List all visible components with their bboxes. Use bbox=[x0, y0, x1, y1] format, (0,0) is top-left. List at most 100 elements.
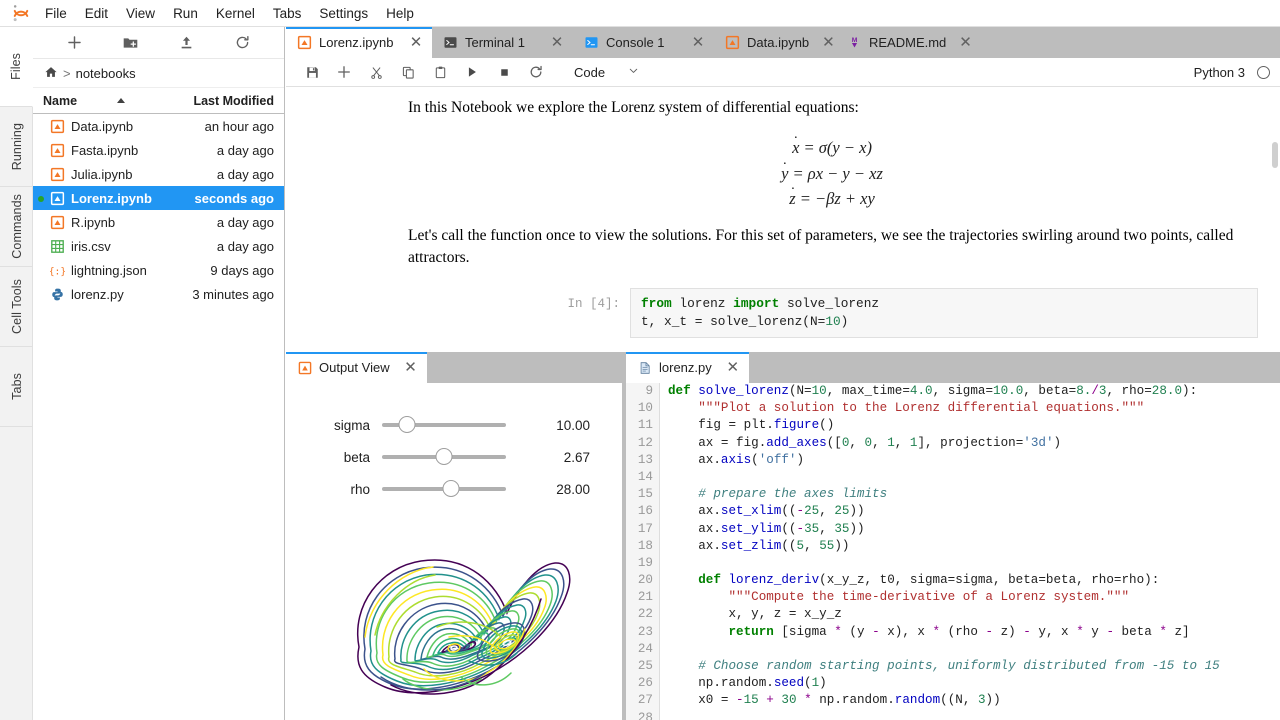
code-lines[interactable]: def solve_lorenz(N=10, max_time=4.0, sig… bbox=[668, 383, 1280, 720]
line-number: 10 bbox=[626, 400, 653, 417]
tab-terminal-1[interactable]: Terminal 1✕ bbox=[432, 27, 573, 58]
column-header-name-label: Name bbox=[43, 94, 77, 108]
file-list-item[interactable]: R.ipynba day ago bbox=[33, 210, 284, 234]
menu-run[interactable]: Run bbox=[164, 0, 207, 27]
cut-cell-button[interactable] bbox=[360, 59, 392, 85]
sidebar-item-files[interactable]: Files bbox=[0, 27, 33, 107]
tab-lorenz-py[interactable]: lorenz.py ✕ bbox=[626, 352, 749, 383]
python-icon bbox=[49, 286, 65, 302]
slider-thumb[interactable] bbox=[398, 416, 415, 433]
line-number: 12 bbox=[626, 435, 653, 452]
notebook-scrollbar[interactable] bbox=[1272, 142, 1278, 168]
slider-label: rho bbox=[286, 482, 382, 497]
home-icon[interactable] bbox=[44, 65, 58, 82]
line-number: 24 bbox=[626, 641, 653, 658]
close-icon[interactable]: ✕ bbox=[403, 360, 419, 375]
tab-readme-md[interactable]: MREADME.md✕ bbox=[836, 27, 964, 58]
menu-tabs[interactable]: Tabs bbox=[264, 0, 311, 27]
file-modified: an hour ago bbox=[164, 119, 284, 134]
sidebar-item-tabs[interactable]: Tabs bbox=[0, 347, 33, 427]
markdown-paragraph-2: Let's call the function once to view the… bbox=[408, 225, 1256, 270]
equation-zdot: z = −βz + xy bbox=[408, 186, 1256, 211]
slider-rho[interactable]: rho28.00 bbox=[286, 473, 622, 505]
close-icon[interactable]: ✕ bbox=[690, 35, 706, 50]
sidebar-item-running[interactable]: Running bbox=[0, 107, 33, 187]
python-code-editor[interactable]: 910111213141516171819202122232425262728 … bbox=[626, 383, 1280, 720]
new-launcher-button[interactable] bbox=[62, 30, 88, 56]
file-list-item[interactable]: {:}lightning.json9 days ago bbox=[33, 258, 284, 282]
line-number: 23 bbox=[626, 624, 653, 641]
notebook-icon bbox=[49, 190, 65, 206]
slider-track[interactable] bbox=[382, 423, 506, 427]
refresh-button[interactable] bbox=[229, 30, 255, 56]
code-line: def solve_lorenz(N=10, max_time=4.0, sig… bbox=[668, 383, 1280, 400]
slider-thumb[interactable] bbox=[443, 480, 460, 497]
interrupt-kernel-button[interactable] bbox=[488, 59, 520, 85]
column-header-modified[interactable]: Last Modified bbox=[168, 94, 284, 108]
slider-thumb[interactable] bbox=[436, 448, 453, 465]
file-list-item[interactable]: Fasta.ipynba day ago bbox=[33, 138, 284, 162]
breadcrumb-path[interactable]: notebooks bbox=[76, 66, 136, 81]
restart-kernel-button[interactable] bbox=[520, 59, 552, 85]
main-dock-area: Lorenz.ipynb✕Terminal 1✕Console 1✕Data.i… bbox=[286, 27, 1280, 720]
menu-view[interactable]: View bbox=[117, 0, 164, 27]
menu-file[interactable]: File bbox=[36, 0, 76, 27]
new-folder-button[interactable] bbox=[118, 30, 144, 56]
spreadsheet-icon bbox=[49, 238, 65, 254]
tab-console-1[interactable]: Console 1✕ bbox=[573, 27, 714, 58]
code-editor[interactable]: from lorenz import solve_lorenzt, x_t = … bbox=[630, 288, 1258, 338]
cell-type-dropdown[interactable]: Code bbox=[574, 64, 640, 80]
kernel-name[interactable]: Python 3 bbox=[1194, 65, 1245, 80]
line-number: 13 bbox=[626, 452, 653, 469]
line-number: 9 bbox=[626, 383, 653, 400]
file-list-item[interactable]: Lorenz.ipynbseconds ago bbox=[33, 186, 284, 210]
close-icon[interactable]: ✕ bbox=[822, 35, 835, 50]
sidebar-item-label: Tabs bbox=[10, 373, 24, 400]
file-name: Lorenz.ipynb bbox=[65, 191, 164, 206]
upload-button[interactable] bbox=[173, 30, 199, 56]
file-list-item[interactable]: Data.ipynban hour ago bbox=[33, 114, 284, 138]
file-name: lightning.json bbox=[65, 263, 164, 278]
run-cell-button[interactable] bbox=[456, 59, 488, 85]
sidebar-item-cell-tools[interactable]: Cell Tools bbox=[0, 267, 33, 347]
slider-beta[interactable]: beta2.67 bbox=[286, 441, 622, 473]
menu-settings[interactable]: Settings bbox=[310, 0, 377, 27]
file-list-item[interactable]: iris.csva day ago bbox=[33, 234, 284, 258]
main-tab-bar: Lorenz.ipynb✕Terminal 1✕Console 1✕Data.i… bbox=[286, 27, 1280, 58]
copy-cell-button[interactable] bbox=[392, 59, 424, 85]
slider-track[interactable] bbox=[382, 487, 506, 491]
close-icon[interactable]: ✕ bbox=[725, 360, 741, 375]
slider-track[interactable] bbox=[382, 455, 506, 459]
menu-edit[interactable]: Edit bbox=[76, 0, 117, 27]
breadcrumb[interactable]: > notebooks bbox=[33, 59, 284, 88]
equation-xdot: x = σ(y − x) bbox=[408, 135, 1256, 160]
notebook-toolbar: Code Python 3 bbox=[286, 58, 1280, 87]
tab-lorenz-ipynb[interactable]: Lorenz.ipynb✕ bbox=[286, 27, 432, 58]
markdown-cell-1[interactable]: In this Notebook we explore the Lorenz s… bbox=[286, 87, 1280, 270]
close-icon[interactable]: ✕ bbox=[408, 35, 424, 50]
line-number: 26 bbox=[626, 675, 653, 692]
kernel-idle-icon[interactable] bbox=[1257, 66, 1270, 79]
file-list-item[interactable]: Julia.ipynba day ago bbox=[33, 162, 284, 186]
code-line bbox=[668, 469, 1280, 486]
tab-output-view[interactable]: Output View ✕ bbox=[286, 352, 427, 383]
column-header-name[interactable]: Name bbox=[33, 94, 168, 108]
line-number: 18 bbox=[626, 538, 653, 555]
sidebar-item-commands[interactable]: Commands bbox=[0, 187, 33, 267]
tab-data-ipynb[interactable]: Data.ipynb✕ bbox=[714, 27, 836, 58]
file-list-item[interactable]: lorenz.py3 minutes ago bbox=[33, 282, 284, 306]
menu-kernel[interactable]: Kernel bbox=[207, 0, 264, 27]
insert-cell-button[interactable] bbox=[328, 59, 360, 85]
paste-cell-button[interactable] bbox=[424, 59, 456, 85]
file-name: iris.csv bbox=[65, 239, 164, 254]
save-button[interactable] bbox=[296, 59, 328, 85]
close-icon[interactable]: ✕ bbox=[549, 35, 565, 50]
code-line: x0 = -15 + 30 * np.random.random((N, 3)) bbox=[668, 692, 1280, 709]
notebook-icon bbox=[725, 35, 740, 50]
code-cell-1[interactable]: In [4]: from lorenz import solve_lorenzt… bbox=[286, 288, 1280, 338]
code-line: ax.set_xlim((-25, 25)) bbox=[668, 503, 1280, 520]
menu-help[interactable]: Help bbox=[377, 0, 423, 27]
close-icon[interactable]: ✕ bbox=[959, 35, 972, 50]
slider-sigma[interactable]: sigma10.00 bbox=[286, 409, 622, 441]
file-modified: a day ago bbox=[164, 143, 284, 158]
